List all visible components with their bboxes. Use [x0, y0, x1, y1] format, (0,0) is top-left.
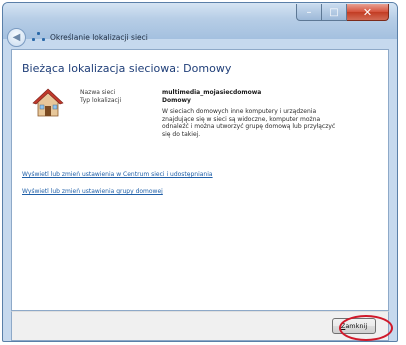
minimize-button[interactable]: –	[296, 4, 322, 21]
network-center-link[interactable]: Wyświetl lub zmień ustawienia w Centrum …	[22, 171, 213, 178]
back-arrow-icon: ◀	[12, 31, 21, 43]
dialog-title: Określanie lokalizacji sieci	[32, 32, 148, 42]
close-button[interactable]: Zamknij	[332, 318, 376, 334]
location-description: W sieciach domowych inne komputery i urz…	[162, 108, 336, 138]
house-icon	[32, 87, 64, 119]
maximize-button[interactable]: □	[322, 4, 347, 21]
network-name-value: multimedia_mojasiecdomowa	[162, 89, 262, 96]
location-type-value: Domowy	[162, 97, 191, 104]
network-info: Nazwa sieci multimedia_mojasiecdomowa Ty…	[80, 89, 261, 105]
window-title-text: Określanie lokalizacji sieci	[50, 32, 148, 42]
close-button-label: amknij	[345, 322, 368, 330]
network-name-row: Nazwa sieci multimedia_mojasiecdomowa	[80, 89, 261, 97]
network-name-label: Nazwa sieci	[80, 89, 116, 96]
location-type-label: Typ lokalizacji	[80, 97, 122, 104]
caption-buttons: – □ ✕	[296, 4, 389, 22]
location-type-row: Typ lokalizacji Domowy	[80, 97, 261, 105]
window-close-button[interactable]: ✕	[347, 4, 389, 21]
footer-bar: Zamknij	[11, 311, 389, 341]
page-title: Bieżąca lokalizacja sieciowa: Domowy	[22, 62, 232, 75]
minimize-icon: –	[306, 6, 312, 18]
nav-bar: ◀ Określanie lokalizacji sieci	[7, 25, 148, 49]
back-button[interactable]: ◀	[7, 27, 26, 47]
homegroup-settings-link[interactable]: Wyświetl lub zmień ustawienia grupy domo…	[22, 188, 163, 195]
maximize-icon: □	[329, 6, 339, 18]
close-icon: ✕	[362, 5, 373, 19]
content-panel: Bieżąca lokalizacja sieciowa: Domowy Naz…	[11, 49, 389, 311]
network-icon	[32, 32, 46, 42]
dialog-window: – □ ✕ ◀ Określanie lokalizacji sieci Bie…	[2, 2, 398, 342]
